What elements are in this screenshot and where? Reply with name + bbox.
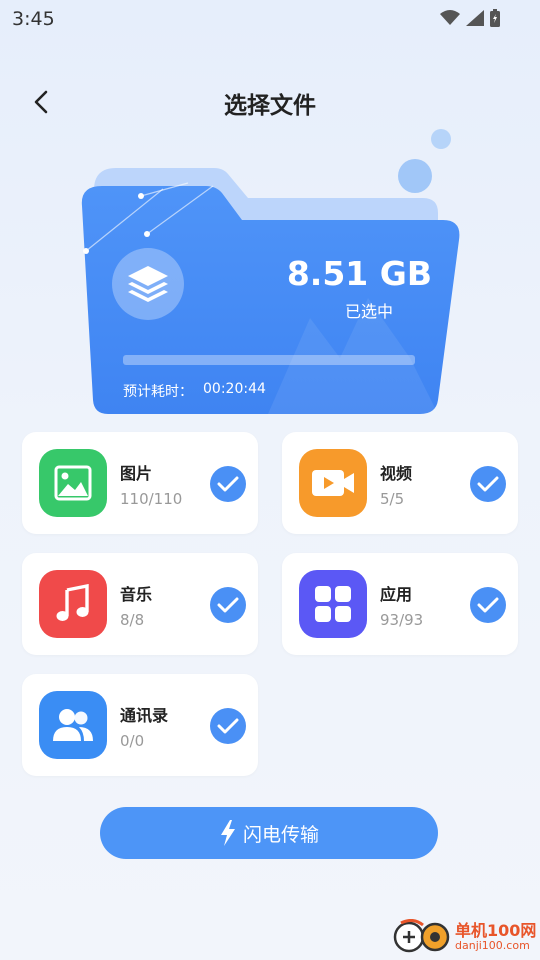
- category-count: 8/8: [120, 611, 145, 629]
- selected-size: 8.51 GB: [286, 254, 432, 293]
- checked-icon[interactable]: [210, 466, 246, 502]
- watermark-domain: danji100.com: [455, 939, 530, 952]
- category-icon-box: [299, 449, 367, 517]
- category-count: 0/0: [120, 732, 145, 750]
- layers-icon: [128, 266, 168, 302]
- watermark-logo-icon: [393, 919, 450, 953]
- signal-icon: [466, 10, 484, 26]
- app-grid-icon: [315, 586, 351, 622]
- image-icon: [54, 465, 92, 501]
- category-icon-box: [39, 570, 107, 638]
- category-card-videos[interactable]: 视频 5/5: [282, 432, 518, 534]
- transfer-button-label: 闪电传输: [242, 823, 319, 846]
- checked-icon[interactable]: [210, 708, 246, 744]
- transfer-progress-bar: [123, 355, 415, 365]
- lightning-icon: [220, 820, 235, 846]
- selected-label: 已选中: [345, 302, 394, 321]
- category-card-apps[interactable]: 应用 93/93: [282, 553, 518, 655]
- category-label: 应用: [380, 585, 413, 604]
- lightning-transfer-button[interactable]: 闪电传输: [100, 807, 438, 859]
- transfer-summary: 8.51 GB 已选中 预计耗时： 00:20:44: [78, 128, 468, 418]
- header: 选择文件: [0, 80, 540, 124]
- watermark: 单机100网 danji100.com: [393, 915, 538, 957]
- category-label: 通讯录: [120, 706, 169, 725]
- category-count: 5/5: [380, 490, 405, 508]
- checked-icon[interactable]: [470, 466, 506, 502]
- category-count: 110/110: [120, 490, 183, 508]
- category-count: 93/93: [380, 611, 424, 629]
- checked-icon[interactable]: [470, 587, 506, 623]
- category-icon-box: [39, 691, 107, 759]
- video-icon: [312, 470, 354, 496]
- eta-label: 预计耗时：: [123, 384, 193, 400]
- battery-icon: [490, 9, 500, 27]
- category-card-images[interactable]: 图片 110/110: [22, 432, 258, 534]
- category-card-contacts[interactable]: 通讯录 0/0: [22, 674, 258, 776]
- category-icon-box: [299, 570, 367, 638]
- watermark-name: 单机100网: [455, 921, 537, 940]
- category-label: 图片: [120, 464, 153, 483]
- page-title: 选择文件: [224, 93, 316, 119]
- eta-value: 00:20:44: [203, 381, 266, 397]
- category-card-music[interactable]: 音乐 8/8: [22, 553, 258, 655]
- status-bar: 3:45: [0, 0, 540, 36]
- wifi-icon: [440, 10, 460, 25]
- status-time: 3:45: [12, 8, 55, 30]
- checked-icon[interactable]: [210, 587, 246, 623]
- contacts-icon: [53, 709, 93, 741]
- category-icon-box: [39, 449, 107, 517]
- layers-badge: [112, 248, 184, 320]
- category-label: 视频: [380, 464, 413, 483]
- status-icons: [440, 9, 500, 27]
- music-note-icon: [56, 584, 89, 621]
- category-label: 音乐: [120, 585, 153, 604]
